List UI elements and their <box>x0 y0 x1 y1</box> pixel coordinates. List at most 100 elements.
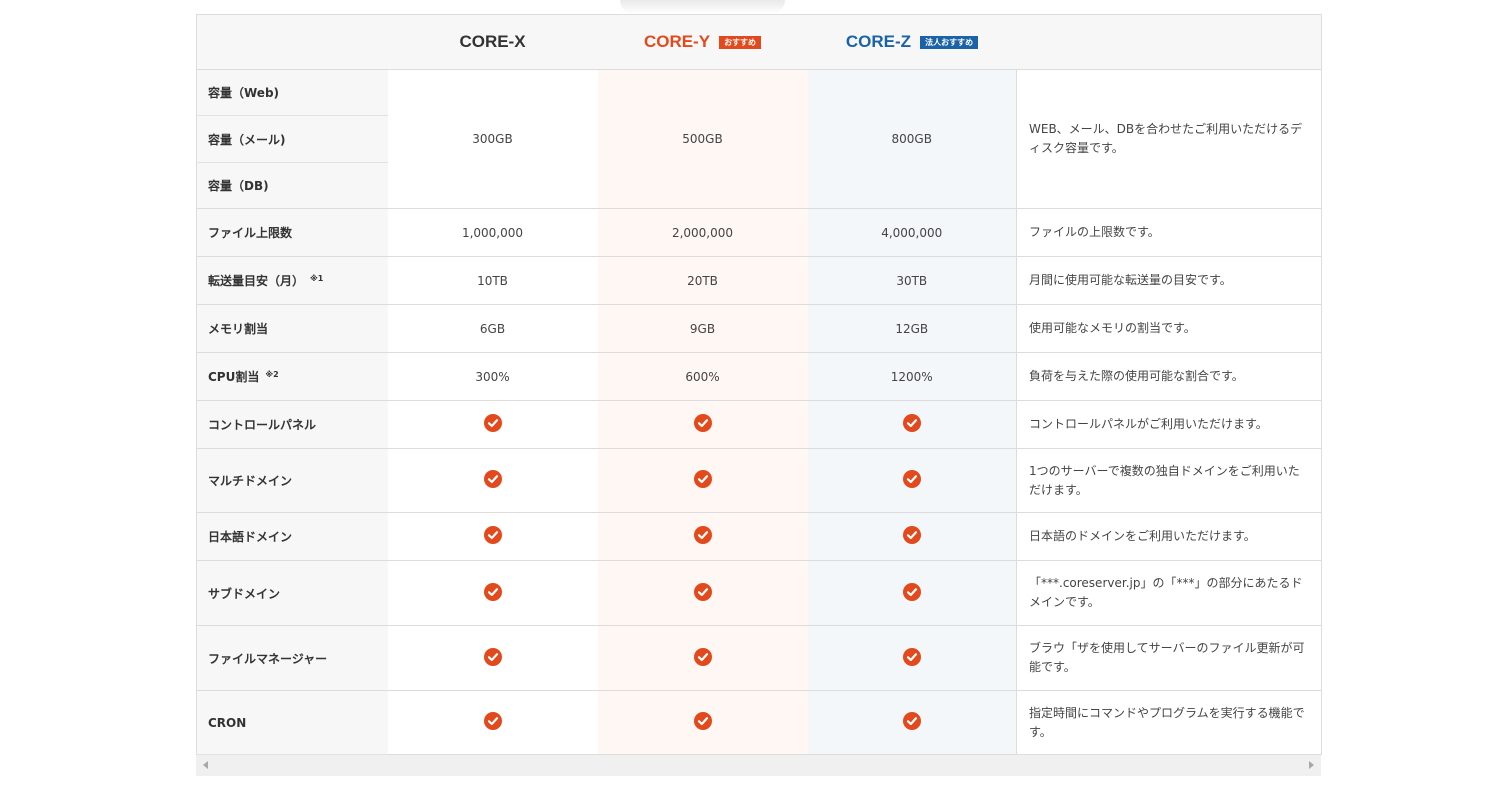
check-cell <box>387 690 598 755</box>
table-row: CPU割当 ※2 300% 600% 1200% 負荷を与えた際の使用可能な割合で… <box>196 352 1322 401</box>
check-circle-icon <box>693 712 712 733</box>
plan-name: CORE-Z <box>845 32 912 51</box>
check-circle-icon <box>693 526 712 547</box>
table-row: コントロールパネル コントロールパネルがご利用いただけます。 <box>196 400 1322 449</box>
description-cell: ファイルの上限数です。 <box>1016 208 1322 257</box>
row-label-text: 転送量目安（月） <box>208 274 305 288</box>
check-circle-icon <box>483 414 502 435</box>
check-circle-icon <box>483 526 502 547</box>
value-cell: 300GB <box>387 69 598 209</box>
check-circle-icon <box>483 582 502 604</box>
recommended-badge: おすすめ <box>719 35 762 49</box>
business-recommended-badge: 法人おすすめ <box>920 35 979 49</box>
check-cell <box>387 625 598 691</box>
check-circle-icon <box>483 470 502 491</box>
row-label: マルチドメイン <box>196 448 388 513</box>
check-circle-icon <box>693 647 712 669</box>
value-cell: 2,000,000 <box>597 208 808 257</box>
scroll-left-arrow-icon[interactable] <box>203 761 208 769</box>
header-empty-cell <box>196 14 388 70</box>
row-label: CRON <box>196 690 388 755</box>
value-cell: 10TB <box>387 256 598 305</box>
check-circle-icon <box>902 526 921 547</box>
value-cell: 1,000,000 <box>387 208 598 257</box>
plan-header-core-z: CORE-Z 法人おすすめ <box>807 14 1017 70</box>
plan-comparison: CORE-X CORE-Y おすすめ CORE-Z 法人おすすめ 容量（Web) 3… <box>196 14 1322 776</box>
scroll-right-arrow-icon[interactable] <box>1309 761 1314 769</box>
check-circle-icon <box>902 647 921 669</box>
check-cell <box>597 400 808 449</box>
description-cell: 使用可能なメモリの割当です。 <box>1016 304 1322 353</box>
description-cell: 「***.coreserver.jp」の「***」の部分にあたるドメインです。 <box>1016 560 1322 626</box>
check-cell <box>807 560 1017 626</box>
row-label: 容量（メール) <box>196 115 388 163</box>
plan-name: CORE-X <box>459 32 526 51</box>
row-label-text: CPU割当 <box>208 370 260 384</box>
check-cell <box>807 400 1017 449</box>
check-cell <box>807 625 1017 691</box>
check-cell <box>807 512 1017 561</box>
description-cell: WEB、メール、DBを合わせたご利用いただけるディスク容量です。 <box>1016 69 1322 209</box>
description-cell: 指定時間にコマンドやプログラムを実行する機能です。 <box>1016 690 1322 755</box>
check-circle-icon <box>483 647 502 669</box>
check-cell <box>807 690 1017 755</box>
check-circle-icon <box>483 712 502 733</box>
row-label: ファイルマネージャー <box>196 625 388 691</box>
check-cell <box>597 512 808 561</box>
row-label: ファイル上限数 <box>196 208 388 257</box>
check-cell <box>597 448 808 513</box>
value-cell: 800GB <box>807 69 1017 209</box>
plan-comparison-table: CORE-X CORE-Y おすすめ CORE-Z 法人おすすめ 容量（Web) 3… <box>196 14 1322 755</box>
value-cell: 1200% <box>807 352 1017 401</box>
table-row: 容量（Web) 300GB 500GB 800GB WEB、メール、DBを合わせ… <box>196 69 1322 209</box>
check-circle-icon <box>693 582 712 604</box>
row-label: コントロールパネル <box>196 400 388 449</box>
description-cell: ブラウ「ザを使用してサーバーのファイル更新が可能です。 <box>1016 625 1322 691</box>
check-cell <box>387 448 598 513</box>
footnote-mark[interactable]: ※2 <box>265 370 278 379</box>
value-cell: 20TB <box>597 256 808 305</box>
check-cell <box>597 560 808 626</box>
check-circle-icon <box>693 414 712 435</box>
plan-header-core-x: CORE-X <box>387 14 598 70</box>
description-cell: コントロールパネルがご利用いただけます。 <box>1016 400 1322 449</box>
value-cell: 6GB <box>387 304 598 353</box>
check-circle-icon <box>902 582 921 604</box>
row-label: メモリ割当 <box>196 304 388 353</box>
footnote-mark[interactable]: ※1 <box>310 274 323 283</box>
check-circle-icon <box>902 414 921 435</box>
row-label: 転送量目安（月） ※1 <box>196 256 388 305</box>
description-cell: 月間に使用可能な転送量の目安です。 <box>1016 256 1322 305</box>
table-row: サブドメイン 「***.coreserver.jp」の「***」の部分にあたるド… <box>196 560 1322 626</box>
check-circle-icon <box>902 470 921 491</box>
check-circle-icon <box>693 470 712 491</box>
description-cell: 1つのサーバーで複数の独自ドメインをご利用いただけます。 <box>1016 448 1322 513</box>
row-label: 容量（Web) <box>196 69 388 116</box>
row-label-text: ファイル上限数 <box>208 226 293 240</box>
plan-name: CORE-Y <box>643 32 711 51</box>
check-cell <box>807 448 1017 513</box>
row-label: 日本語ドメイン <box>196 512 388 561</box>
value-cell: 600% <box>597 352 808 401</box>
header-desc-cell <box>1016 14 1322 70</box>
table-row: 転送量目安（月） ※1 10TB 20TB 30TB 月間に使用可能な転送量の目安… <box>196 256 1322 305</box>
description-cell: 負荷を与えた際の使用可能な割合です。 <box>1016 352 1322 401</box>
check-cell <box>597 690 808 755</box>
row-label: サブドメイン <box>196 560 388 626</box>
table-row: ファイル上限数 1,000,000 2,000,000 4,000,000 ファ… <box>196 208 1322 257</box>
table-header-row: CORE-X CORE-Y おすすめ CORE-Z 法人おすすめ <box>196 14 1322 70</box>
description-cell: 日本語のドメインをご利用いただけます。 <box>1016 512 1322 561</box>
table-row: マルチドメイン 1つのサーバーで複数の独自ドメインをご利用いただけます。 <box>196 448 1322 513</box>
row-label: CPU割当 ※2 <box>196 352 388 401</box>
value-cell: 500GB <box>597 69 808 209</box>
header-shadow <box>620 0 785 14</box>
horizontal-scrollbar[interactable] <box>196 755 1321 776</box>
plan-header-core-y: CORE-Y おすすめ <box>597 14 808 70</box>
value-cell: 4,000,000 <box>807 208 1017 257</box>
table-row: 日本語ドメイン 日本語のドメインをご利用いただけます。 <box>196 512 1322 561</box>
value-cell: 12GB <box>807 304 1017 353</box>
check-circle-icon <box>902 712 921 733</box>
table-row: ファイルマネージャー ブラウ「ザを使用してサーバーのファイル更新が可能です。 <box>196 625 1322 691</box>
table-row: CRON 指定時間にコマンドやプログラムを実行する機能です。 <box>196 690 1322 755</box>
check-cell <box>387 400 598 449</box>
